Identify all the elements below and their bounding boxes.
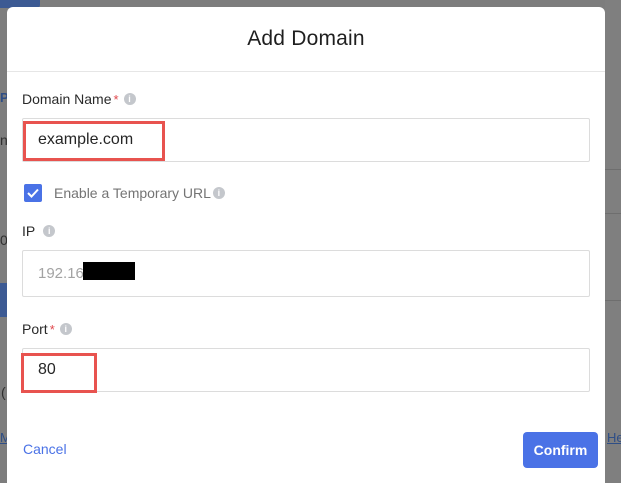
background-divider: [605, 300, 621, 301]
cancel-button[interactable]: Cancel: [23, 441, 67, 457]
port-input[interactable]: [22, 348, 590, 392]
ip-label-row: IP i: [22, 223, 56, 239]
required-mark: *: [49, 321, 55, 337]
info-icon[interactable]: i: [59, 323, 72, 335]
background-divider: [605, 169, 621, 170]
temporary-url-label-row: Enable a Temporary URL i: [54, 184, 225, 202]
info-icon[interactable]: i: [123, 93, 136, 105]
background-right-edge: [605, 0, 621, 483]
redaction-box: [83, 262, 135, 280]
dialog-header: Add Domain: [7, 7, 605, 72]
background-divider: [605, 213, 621, 214]
info-icon[interactable]: i: [43, 225, 56, 237]
temporary-url-checkbox[interactable]: [24, 184, 42, 202]
background-text: (: [1, 384, 6, 400]
domain-name-label: Domain Name: [22, 91, 112, 107]
required-mark: *: [113, 91, 119, 107]
dialog-title: Add Domain: [247, 27, 365, 50]
port-label: Port: [22, 321, 48, 337]
checkmark-icon: [27, 188, 39, 198]
background-text: He: [607, 430, 621, 445]
domain-name-input[interactable]: [22, 118, 590, 162]
temporary-url-label: Enable a Temporary URL: [54, 185, 211, 201]
port-label-row: Port * i: [22, 321, 72, 337]
add-domain-dialog: Add Domain Domain Name * i Enable a Temp…: [7, 7, 605, 483]
ip-label: IP: [22, 223, 36, 239]
confirm-button[interactable]: Confirm: [523, 432, 598, 468]
domain-name-label-row: Domain Name * i: [22, 91, 136, 107]
info-icon[interactable]: i: [212, 187, 225, 199]
